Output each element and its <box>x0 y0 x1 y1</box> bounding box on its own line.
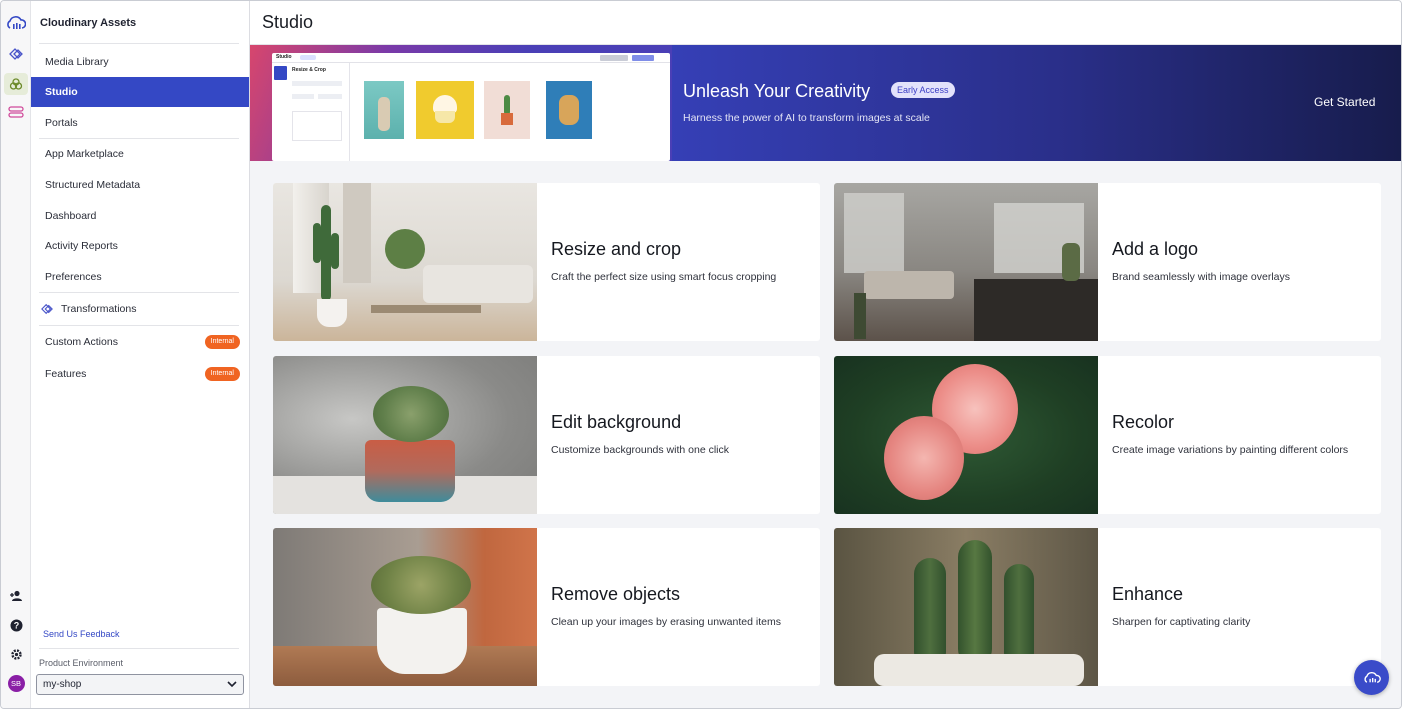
page-header: Studio <box>250 1 1401 45</box>
sidebar-item-portals[interactable]: Portals <box>31 108 249 138</box>
add-user-icon[interactable] <box>6 586 26 606</box>
preview-tool-icon <box>274 66 287 80</box>
recolor-image <box>834 356 1098 514</box>
sidebar-item-activity-reports[interactable]: Activity Reports <box>31 231 249 261</box>
remove-objects-image <box>273 528 537 686</box>
sidebar: Cloudinary Assets Media Library Studio P… <box>31 1 250 708</box>
assets-icon[interactable] <box>4 73 28 95</box>
card-title: Edit background <box>551 412 682 432</box>
preview-thumb-cat <box>364 81 404 139</box>
product-environment-select[interactable]: my-shop <box>36 674 244 695</box>
card-edit-background[interactable]: Edit background Customize backgrounds wi… <box>273 356 820 514</box>
send-feedback-link[interactable]: Send Us Feedback <box>43 629 120 639</box>
banner-subtitle: Harness the power of AI to transform ima… <box>683 112 930 124</box>
sidebar-item-features[interactable]: Features Internal <box>31 359 249 389</box>
divider <box>39 648 239 649</box>
card-title: Remove objects <box>551 584 681 604</box>
icon-rail: ? SB <box>1 1 31 708</box>
card-enhance[interactable]: Enhance Sharpen for captivating clarity <box>834 528 1381 686</box>
divider <box>39 292 239 293</box>
sidebar-item-label: Custom Actions <box>45 336 118 348</box>
enhance-image <box>834 528 1098 686</box>
card-add-a-logo[interactable]: Add a logo Brand seamlessly with image o… <box>834 183 1381 341</box>
sidebar-item-media-library[interactable]: Media Library <box>31 47 249 77</box>
sidebar-item-preferences[interactable]: Preferences <box>31 262 249 292</box>
early-access-badge: Early Access <box>891 82 955 98</box>
svg-text:?: ? <box>13 620 19 630</box>
sidebar-item-label: Features <box>45 368 87 380</box>
get-started-button[interactable]: Get Started <box>1314 95 1375 109</box>
preview-button <box>632 55 654 61</box>
sidebar-item-dashboard[interactable]: Dashboard <box>31 201 249 231</box>
avatar-initials: SB <box>7 674 25 692</box>
card-title: Enhance <box>1112 584 1184 604</box>
sidebar-item-structured-metadata[interactable]: Structured Metadata <box>31 170 249 200</box>
product-environment-value: my-shop <box>43 679 82 690</box>
card-title: Add a logo <box>1112 239 1199 259</box>
sidebar-item-studio[interactable]: Studio <box>31 77 249 107</box>
sidebar-app-title: Cloudinary Assets <box>40 17 137 29</box>
card-description: Craft the perfect size using smart focus… <box>551 271 777 283</box>
resize-crop-image <box>273 183 537 341</box>
preview-tag <box>300 55 316 60</box>
card-title: Resize and crop <box>551 239 682 259</box>
product-environment-label: Product Environment <box>39 658 124 668</box>
preview-field <box>292 94 314 99</box>
preview-thumb-cupcake <box>416 81 474 139</box>
app-window: ? SB Cloudinary Assets Media Library Stu… <box>0 0 1402 709</box>
video-icon[interactable] <box>6 102 26 122</box>
preview-field <box>292 81 342 86</box>
internal-badge: Internal <box>204 335 240 349</box>
preview-thumb-cactus <box>484 81 530 139</box>
card-description: Sharpen for captivating clarity <box>1112 616 1251 628</box>
help-icon[interactable]: ? <box>6 615 26 635</box>
chevron-down-icon <box>227 679 237 692</box>
preview-thumb-dog <box>546 81 592 139</box>
sidebar-item-custom-actions[interactable]: Custom Actions Internal <box>31 327 249 357</box>
promo-banner: Studio Resize & Crop Unleash Your Creati… <box>250 45 1401 161</box>
preview-button <box>600 55 628 61</box>
preview-field <box>318 94 342 99</box>
card-description: Brand seamlessly with image overlays <box>1112 271 1290 283</box>
user-avatar[interactable]: SB <box>6 673 26 693</box>
card-remove-objects[interactable]: Remove objects Clean up your images by e… <box>273 528 820 686</box>
card-description: Clean up your images by erasing unwanted… <box>551 616 781 628</box>
banner-title: Unleash Your Creativity <box>683 81 871 101</box>
preview-panel: Resize & Crop <box>272 63 350 161</box>
settings-gear-icon[interactable] <box>6 644 26 664</box>
sidebar-item-transformations[interactable]: Transformations <box>31 294 249 324</box>
card-recolor[interactable]: Recolor Create image variations by paint… <box>834 356 1381 514</box>
divider <box>39 43 239 44</box>
internal-badge: Internal <box>204 367 240 381</box>
studio-preview-screenshot: Studio Resize & Crop <box>272 53 670 161</box>
transformations-icon <box>40 303 54 315</box>
help-chat-button[interactable] <box>1354 660 1389 695</box>
cloudinary-cloud-icon <box>1363 671 1381 683</box>
page-title: Studio <box>262 12 314 32</box>
preview-panel-title: Resize & Crop <box>292 67 326 73</box>
preview-app-label: Studio <box>276 54 292 60</box>
add-logo-image <box>834 183 1098 341</box>
sidebar-item-app-marketplace[interactable]: App Marketplace <box>31 139 249 169</box>
sidebar-item-label: Transformations <box>61 303 137 315</box>
edit-background-image <box>273 356 537 514</box>
preview-box <box>292 111 342 141</box>
divider <box>39 325 239 326</box>
main-content: Studio Studio Resize & Crop Unleash Your… <box>250 1 1401 708</box>
preview-toolbar: Studio <box>272 53 670 63</box>
card-description: Create image variations by painting diff… <box>1112 444 1349 456</box>
banner-preview-area: Studio Resize & Crop <box>250 45 672 161</box>
card-description: Customize backgrounds with one click <box>551 444 729 456</box>
card-resize-and-crop[interactable]: Resize and crop Craft the perfect size u… <box>273 183 820 341</box>
card-title: Recolor <box>1112 412 1175 432</box>
cloudinary-logo-icon[interactable] <box>6 13 26 33</box>
programmable-media-icon[interactable] <box>6 44 26 64</box>
